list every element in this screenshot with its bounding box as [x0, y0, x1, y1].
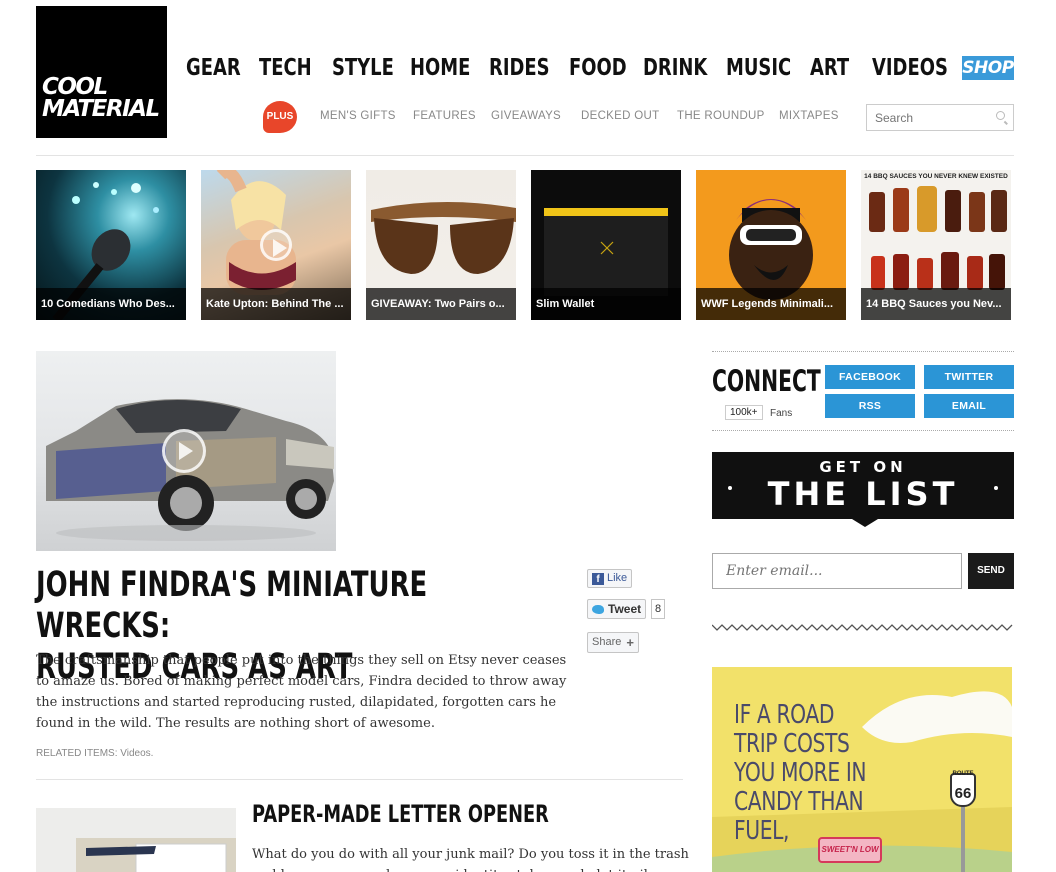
- feature-image[interactable]: [36, 351, 336, 551]
- thumb-bbq-sauces[interactable]: 14 BBQ SAUCES YOU NEVER KNEW EXISTED 14 …: [861, 170, 1011, 320]
- facebook-icon: f: [592, 572, 604, 585]
- route-66-sign: 66: [950, 773, 976, 807]
- nav-food[interactable]: FOOD: [569, 55, 627, 81]
- ad-headline: IF A ROAD TRIP COSTS YOU MORE IN CANDY T…: [734, 700, 867, 846]
- banner-pointer: [852, 519, 878, 527]
- banner-line-2: THE LIST: [767, 475, 959, 513]
- logo-line-1: COOL: [42, 74, 108, 100]
- tweet-button[interactable]: Tweet: [587, 599, 647, 619]
- nav-music[interactable]: MUSIC: [726, 55, 791, 81]
- sign-pole: [961, 807, 965, 872]
- tweet-label: Tweet: [608, 601, 642, 616]
- thumb-caption: 14 BBQ Sauces you Nev...: [861, 288, 1011, 320]
- search-box: [866, 104, 1014, 131]
- thumb-caption: Slim Wallet: [531, 288, 681, 320]
- feature-description: The craftsmanship that people put into t…: [36, 653, 567, 731]
- play-icon[interactable]: [162, 429, 206, 473]
- thumb-comedians[interactable]: 10 Comedians Who Des...: [36, 170, 186, 320]
- article2-image[interactable]: [36, 808, 236, 872]
- nav-drink[interactable]: DRINK: [643, 55, 707, 81]
- like-label: Like: [607, 572, 628, 584]
- share-label: Share: [592, 636, 622, 648]
- route-label: ROUTE: [952, 771, 974, 777]
- twitter-button[interactable]: TWITTER: [924, 365, 1014, 389]
- nav-home[interactable]: HOME: [410, 55, 470, 81]
- thumb-kate-upton[interactable]: Kate Upton: Behind The ...: [201, 170, 351, 320]
- subnav-giveaways[interactable]: GIVEAWAYS: [491, 110, 561, 122]
- get-on-the-list-banner: GET ON THE LIST: [712, 452, 1014, 527]
- shop-button[interactable]: SHOP: [962, 56, 1014, 80]
- letter-opener-image: [76, 838, 236, 872]
- tweet-count: 8: [651, 599, 665, 619]
- subnav-mixtapes[interactable]: MIXTAPES: [779, 110, 839, 122]
- nav-gear[interactable]: GEAR: [186, 55, 241, 81]
- newsletter-email-field: [712, 553, 962, 589]
- feature-title-line-1: JOHN FINDRA'S MINIATURE WRECKS:: [36, 565, 428, 646]
- nav-videos[interactable]: VIDEOS: [872, 55, 948, 81]
- thumb-caption: WWF Legends Minimali...: [696, 288, 846, 320]
- banner-dot-left: [728, 486, 732, 490]
- facebook-button[interactable]: FACEBOOK: [825, 365, 915, 389]
- facebook-like-button[interactable]: f Like: [587, 569, 633, 588]
- related-videos-link[interactable]: Videos.: [120, 748, 153, 759]
- fans-count: 100k+: [725, 405, 763, 420]
- zigzag-divider: [712, 624, 1013, 631]
- share-button[interactable]: Share +: [587, 632, 639, 653]
- search-icon[interactable]: [996, 111, 1005, 120]
- article-divider: [36, 779, 683, 780]
- connect-title: CONNECT: [712, 364, 821, 398]
- plus-badge[interactable]: PLUS: [263, 101, 297, 133]
- thumb-caption: Kate Upton: Behind The ...: [201, 288, 351, 320]
- thumb-caption: 10 Comedians Who Des...: [36, 288, 186, 320]
- search-input[interactable]: [867, 105, 987, 130]
- thumb-giveaway[interactable]: GIVEAWAY: Two Pairs o...: [366, 170, 516, 320]
- twitter-bird-icon: [592, 604, 604, 614]
- thumb-wwf-legends[interactable]: WWF Legends Minimali...: [696, 170, 846, 320]
- email-input[interactable]: [713, 554, 961, 588]
- subnav-decked-out[interactable]: DECKED OUT: [581, 110, 659, 122]
- email-button[interactable]: EMAIL: [924, 394, 1014, 418]
- site-logo[interactable]: COOL MATERIAL: [36, 6, 167, 138]
- rss-button[interactable]: RSS: [825, 394, 915, 418]
- nav-rides[interactable]: RIDES: [489, 55, 550, 81]
- related-items: RELATED ITEMS: Videos.: [36, 748, 153, 759]
- article2-title[interactable]: PAPER-MADE LETTER OPENER: [252, 800, 549, 828]
- thumb-caption: GIVEAWAY: Two Pairs o...: [366, 288, 516, 320]
- plus-icon: +: [626, 635, 634, 650]
- banner-dot-right: [994, 486, 998, 490]
- banner-line-1: GET ON: [819, 458, 907, 476]
- nav-style[interactable]: STYLE: [332, 55, 394, 81]
- send-button[interactable]: SEND: [968, 553, 1014, 589]
- nav-art[interactable]: ART: [810, 55, 849, 81]
- nav-tech[interactable]: TECH: [259, 55, 312, 81]
- logo-line-2: MATERIAL: [42, 96, 160, 122]
- subnav-features[interactable]: FEATURES: [413, 110, 476, 122]
- fans-label: Fans: [770, 408, 793, 419]
- subnav-mens-gifts[interactable]: MEN'S GIFTS: [320, 110, 396, 122]
- brand-logo: SWEET'N LOW: [818, 837, 882, 863]
- thumb-slim-wallet[interactable]: Slim Wallet: [531, 170, 681, 320]
- play-icon[interactable]: [260, 229, 292, 261]
- header-divider: [36, 155, 1014, 156]
- article2-description: What do you do with all your junk mail? …: [252, 847, 689, 872]
- related-label: RELATED ITEMS:: [36, 748, 118, 759]
- sweetnlow-ad[interactable]: IF A ROAD TRIP COSTS YOU MORE IN CANDY T…: [712, 667, 1012, 872]
- subnav-the-roundup[interactable]: THE ROUNDUP: [677, 110, 765, 122]
